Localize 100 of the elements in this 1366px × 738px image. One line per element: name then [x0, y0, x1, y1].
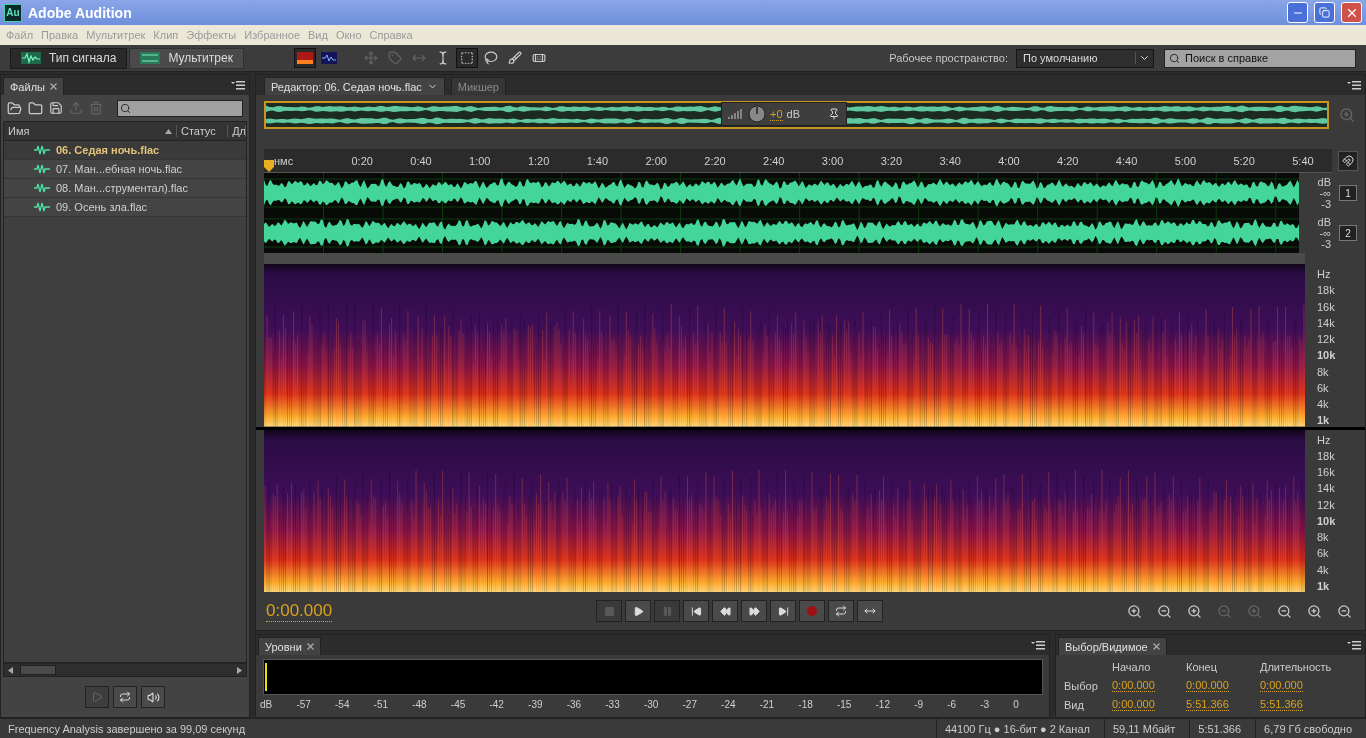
mode-button[interactable]: Тип сигнала: [10, 47, 128, 69]
frequency-label: Hz: [1317, 268, 1332, 280]
selection-tab[interactable]: Выбор/Видимое: [1058, 637, 1167, 655]
column-header[interactable]: Дл: [228, 125, 246, 137]
open-folder-icon[interactable]: [7, 100, 22, 116]
loop-button[interactable]: [113, 686, 137, 708]
volume-button[interactable]: [141, 686, 165, 708]
skip-button[interactable]: [857, 600, 883, 622]
skip-forward-icon: [777, 605, 789, 617]
sort-arrow-icon[interactable]: [164, 127, 172, 135]
time-value[interactable]: 5:51.366: [1260, 698, 1303, 711]
scroll-thumb[interactable]: [20, 665, 56, 675]
transport-button[interactable]: [683, 600, 709, 622]
save-icon[interactable]: [49, 101, 63, 115]
folder-icon[interactable]: [28, 100, 43, 116]
scale-label: -15: [836, 699, 852, 710]
current-time[interactable]: 0:00.000: [266, 600, 333, 622]
transport-button[interactable]: [712, 600, 738, 622]
ruler-label: 1:20: [526, 154, 551, 167]
time-ruler[interactable]: нмс 0:20 0:40 1:00 1:20 1:40 2:00 2:20 2:40 3:00 3:20 3:40 4:00 4:20 4:40 5:00 5:20 5:40: [264, 149, 1333, 173]
horizontal-scrollbar[interactable]: [3, 663, 247, 677]
spectral-view-icon[interactable]: [293, 48, 316, 68]
ruler-label: 5:00: [1173, 154, 1198, 167]
marquee-tool-icon[interactable]: [455, 48, 478, 68]
transport-button[interactable]: [741, 600, 767, 622]
levels-tab[interactable]: Уровни: [258, 637, 321, 655]
file-row[interactable]: 08. Ман...струментал).flac: [4, 179, 246, 198]
scale-label: -3: [980, 699, 990, 710]
overview-bar[interactable]: +0 dB: [264, 101, 1329, 129]
loop-icon: [835, 605, 847, 617]
frequency-label: 10k: [1317, 514, 1337, 527]
window-title: Adobe Audition: [28, 4, 133, 21]
workspace-dropdown[interactable]: По умолчанию: [1016, 48, 1154, 68]
frequency-label: 8k: [1317, 365, 1330, 378]
frequency-label: 10k: [1317, 349, 1337, 362]
ruler-label: 1:40: [585, 154, 610, 167]
ruler-label: 2:20: [703, 154, 727, 167]
file-row[interactable]: 06. Седая ночь.flac: [4, 141, 246, 160]
ruler-label: 5:20: [1232, 154, 1256, 167]
mode-button[interactable]: Мультитрек: [129, 47, 244, 69]
file-row[interactable]: 07. Ман...ебная ночь.flac: [4, 160, 246, 179]
panel-menu-icon[interactable]: [1347, 641, 1361, 650]
help-search-field[interactable]: Поиск в справке: [1164, 48, 1356, 68]
close-button[interactable]: [1341, 2, 1362, 23]
time-value[interactable]: 5:51.366: [1186, 698, 1229, 711]
gain-unit: dB: [786, 108, 800, 120]
close-icon[interactable]: [1152, 643, 1160, 650]
gain-hud[interactable]: +0 dB: [721, 102, 847, 126]
scale-label: -18: [798, 699, 813, 710]
time-value[interactable]: 0:00.000: [1112, 698, 1155, 711]
restore-button[interactable]: [1314, 2, 1335, 23]
ruler-label: 4:00: [997, 154, 1021, 167]
scroll-right-icon[interactable]: [236, 666, 243, 674]
ruler-label: нмс: [274, 154, 295, 167]
transport-button[interactable]: [625, 600, 651, 622]
app-logo: Au: [4, 3, 22, 22]
record-icon: [807, 606, 817, 616]
files-search-field[interactable]: [117, 99, 243, 117]
editor-tab[interactable]: Микшер: [450, 77, 506, 95]
scale-label: -48: [412, 699, 427, 710]
frequency-label: 14k: [1317, 316, 1336, 329]
scroll-left-icon[interactable]: [7, 666, 14, 674]
editor-tab[interactable]: Редактор: 06. Седая ночь.flac: [264, 77, 445, 95]
scale-label: 0: [1013, 699, 1019, 710]
gain-knob-icon[interactable]: [748, 105, 766, 123]
snap-button[interactable]: [1338, 151, 1359, 171]
column-header[interactable]: Статус: [176, 125, 229, 137]
scale-label: -24: [721, 699, 736, 710]
db-label: dB: [1317, 176, 1331, 188]
loop-button[interactable]: [828, 600, 854, 622]
column-header[interactable]: Имя: [4, 125, 177, 137]
gain-value[interactable]: +0: [770, 107, 783, 121]
ruler-label: 3:40: [938, 154, 962, 167]
pin-icon[interactable]: [828, 108, 840, 120]
status-field: 59,11 Мбайт: [1104, 719, 1190, 738]
channel-number[interactable]: 2: [1339, 225, 1357, 241]
playhead-icon[interactable]: [264, 160, 274, 172]
scale-label: -39: [528, 699, 543, 710]
panel-menu-icon[interactable]: [1347, 81, 1361, 90]
zoom-in-icon: [1246, 603, 1262, 619]
files-tab[interactable]: Файлы: [3, 77, 64, 95]
frequency-label: 16k: [1317, 466, 1336, 479]
file-row[interactable]: 09. Осень зла.flac: [4, 198, 246, 217]
ruler-label: 3:20: [879, 154, 904, 167]
close-icon[interactable]: [306, 643, 314, 650]
time-value[interactable]: 0:00.000: [1260, 679, 1303, 692]
scale-label: -54: [335, 699, 350, 710]
loop-icon: [119, 691, 131, 703]
time-value[interactable]: 0:00.000: [1186, 679, 1229, 692]
magnet-icon: [1342, 155, 1355, 167]
transport-button[interactable]: [770, 600, 796, 622]
panel-menu-icon[interactable]: [1031, 641, 1045, 650]
time-value[interactable]: 0:00.000: [1112, 679, 1155, 692]
zoom-out-icon: [1336, 603, 1352, 619]
zoom-in-icon: [1306, 603, 1322, 619]
minimize-button[interactable]: [1287, 2, 1308, 23]
channel-number[interactable]: 1: [1339, 185, 1357, 201]
close-icon[interactable]: [49, 83, 57, 90]
panel-menu-icon[interactable]: [231, 81, 245, 90]
row-label: Вид: [1064, 698, 1085, 711]
